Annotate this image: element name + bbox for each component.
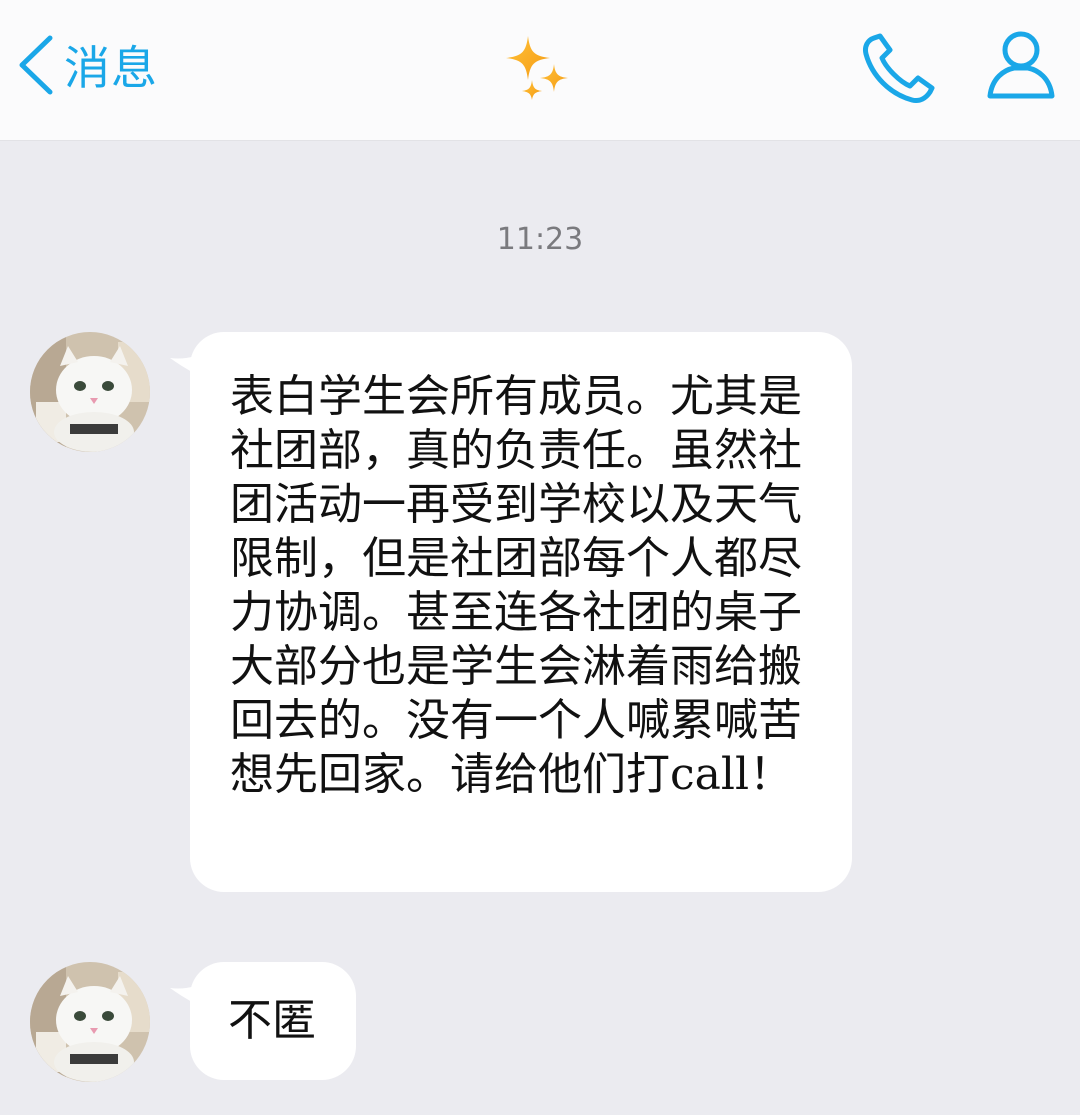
- navigation-bar: 消息: [0, 0, 1080, 141]
- cat-avatar[interactable]: [30, 962, 150, 1082]
- cat-avatar[interactable]: [30, 332, 150, 452]
- message-text: 表白学生会所有成员。尤其是社团部，真的负责任。虽然社团活动一再受到学校以及天气限…: [230, 371, 802, 800]
- message-timestamp: 11:23: [496, 222, 584, 257]
- phone-icon[interactable]: [860, 30, 940, 106]
- message-text: 不匿: [228, 995, 316, 1046]
- message-bubble[interactable]: 表白学生会所有成员。尤其是社团部，真的负责任。虽然社团活动一再受到学校以及天气限…: [190, 332, 852, 892]
- profile-icon[interactable]: [984, 28, 1058, 102]
- back-label: 消息: [64, 41, 158, 95]
- chevron-left-icon: [19, 35, 53, 95]
- back-button[interactable]: 消息: [14, 30, 158, 100]
- sparkle-icon: [506, 36, 568, 100]
- message-bubble[interactable]: 不匿: [190, 962, 356, 1080]
